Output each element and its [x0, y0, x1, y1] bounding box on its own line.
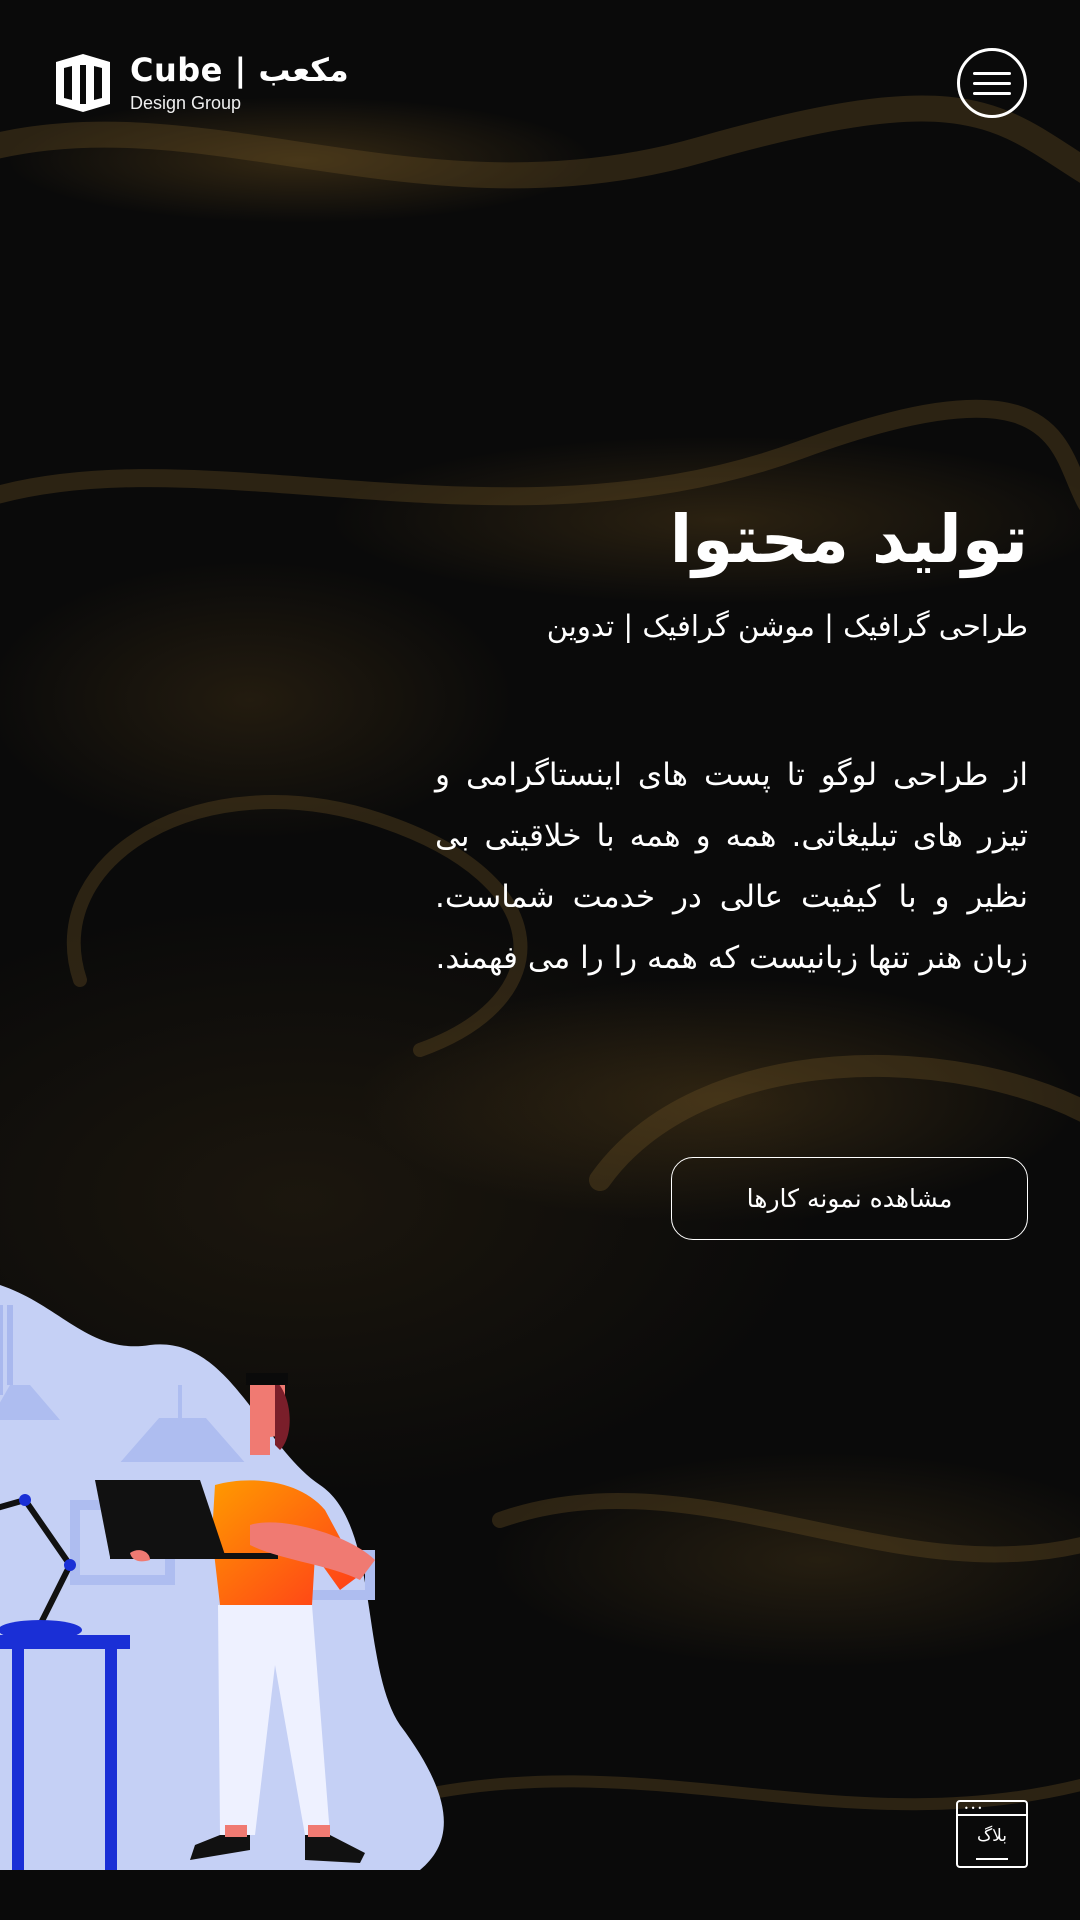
view-portfolio-button[interactable]: مشاهده نمونه کارها: [671, 1157, 1028, 1240]
brand-logo[interactable]: Cube | مکعب Design Group: [50, 50, 349, 116]
window-dots: •••: [964, 1804, 985, 1813]
brand-subtitle: Design Group: [130, 93, 242, 113]
hero-title: تولید محتوا: [669, 501, 1028, 578]
cube-logo-icon: [56, 54, 110, 112]
brand-title: Cube | مکعب: [130, 51, 349, 89]
designer-illustration: [0, 1285, 444, 1870]
hero-section: تولید محتوا طراحی گرافیک | موشن گرافیک |…: [0, 500, 1028, 643]
blog-button[interactable]: ••• بلاگ: [956, 1800, 1028, 1868]
blog-label: بلاگ: [976, 1826, 1008, 1846]
hero-description: از طراحی لوگو تا پست های اینستاگرامی و ت…: [435, 757, 1028, 976]
hamburger-menu-icon: [973, 71, 1011, 75]
hamburger-menu-button[interactable]: [957, 48, 1027, 118]
blog-window-icon: [958, 1814, 1026, 1816]
hero-subtitle: طراحی گرافیک | موشن گرافیک | تدوین: [546, 609, 1028, 644]
